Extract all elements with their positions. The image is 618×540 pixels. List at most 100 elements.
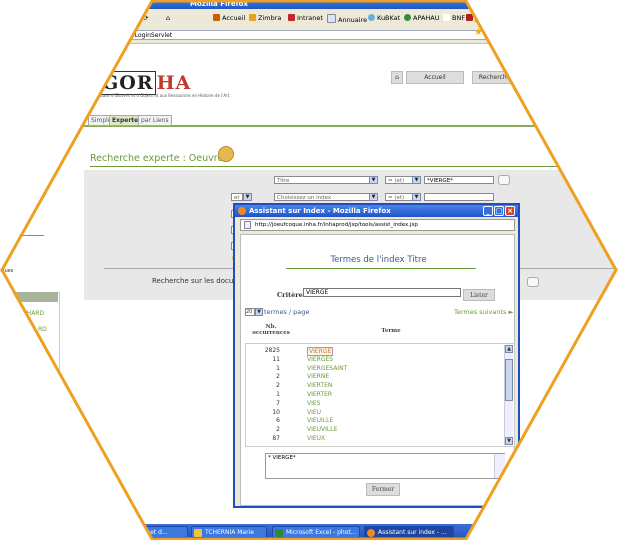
popup-heading: Termes de l'index Titre	[330, 255, 427, 265]
tab-par-liens[interactable]: par Liens	[138, 115, 172, 126]
left-partial-text: iques	[0, 268, 14, 274]
bookmarks-toolbar: ⟳ ⌂ Accueil Zimbra Intranet Annuaire KuB…	[0, 9, 618, 28]
scroll-down-icon[interactable]: ▼	[505, 437, 513, 445]
left-divider	[0, 235, 44, 236]
scroll-thumb[interactable]	[505, 359, 513, 401]
maximize-icon[interactable]: □	[494, 206, 504, 216]
term-link[interactable]: VIEUILLE	[307, 417, 333, 424]
bookmark-apahau[interactable]: APAHAU	[404, 14, 440, 22]
field-select-1[interactable]: Titre	[274, 176, 370, 184]
term-link[interactable]: VIERTEN	[307, 382, 332, 389]
list-scrollbar[interactable]: ▲ ▼	[504, 345, 513, 445]
term-count: 6	[276, 417, 280, 425]
term-link[interactable]: VIEU	[307, 409, 321, 416]
taskbar: Bouquet d... TCHERNIA Marie Microsoft Ex…	[0, 524, 618, 540]
bookmark-annuaire[interactable]: Annuaire	[327, 14, 367, 24]
term-link[interactable]: VIERNE	[307, 373, 329, 380]
next-terms-link[interactable]: Termes suivants ►	[454, 308, 513, 316]
palette-icon	[218, 146, 234, 162]
criteria-input[interactable]: VIERGE	[303, 288, 461, 297]
home-icon[interactable]: ⌂	[391, 71, 403, 84]
popup-content: Termes de l'index Titre Critère VIERGE L…	[240, 234, 515, 506]
chevron-down-icon[interactable]: ▼	[369, 193, 378, 201]
term-count: 2	[276, 373, 280, 381]
close-icon[interactable]: ×	[505, 206, 515, 216]
lister-button[interactable]: Lister	[463, 289, 495, 301]
popup-address-bar[interactable]: http://joeufcoque.inha.fr/inhaprod/jsp/t…	[240, 219, 515, 231]
excel-icon	[275, 529, 283, 537]
bookmark-jstor[interactable]: JSTO	[466, 14, 490, 22]
reload-icon[interactable]: ⟳	[143, 14, 148, 22]
left-panel	[0, 292, 60, 374]
per-page-label: termes / page	[264, 308, 310, 316]
browser-titlebar: Mozilla Firefox	[0, 0, 618, 9]
term-link[interactable]: VIERGESAINT	[307, 365, 347, 372]
taskbar-item-4[interactable]: Assistant sur index - ...	[364, 526, 454, 538]
nav-accueil[interactable]: Accueil	[406, 71, 464, 84]
bookmark-star-icon[interactable]: ★	[474, 27, 483, 38]
browser-title: Mozilla Firefox	[190, 0, 248, 8]
firefox-icon	[367, 529, 375, 537]
conj-select-2[interactable]: et	[231, 193, 243, 201]
term-count: 11	[272, 355, 280, 363]
per-page-select[interactable]: 20	[245, 308, 255, 316]
term-count: 1	[276, 391, 280, 398]
fermer-button[interactable]: Fermer	[366, 483, 400, 496]
page-icon	[244, 221, 251, 229]
field-select-2[interactable]: Choisissez un index	[274, 193, 370, 201]
home-icon[interactable]: ⌂	[166, 14, 170, 22]
agorha-logo: GOR HA	[100, 71, 192, 95]
index-helper-icon[interactable]	[498, 175, 510, 185]
chevron-down-icon[interactable]: ▼	[412, 193, 421, 201]
taskbar-item-3[interactable]: Microsoft Excel - phot...	[272, 526, 360, 538]
operator-select-2[interactable]: = (et)	[385, 193, 413, 201]
term-link[interactable]: VIERTER	[307, 391, 332, 398]
term-count: 1	[276, 364, 280, 372]
term-link[interactable]: VIES	[307, 400, 320, 407]
taskbar-item-1[interactable]: Bouquet d...	[128, 526, 188, 538]
tab-experte[interactable]: Experte	[109, 115, 142, 126]
term-link[interactable]: VIERGES	[307, 356, 333, 363]
left-panel-footer	[0, 372, 58, 382]
textarea-scrollbar[interactable]	[494, 454, 505, 478]
hexagon-frame: Mozilla Firefox ⟳ ⌂ Accueil Zimbra Intra…	[0, 0, 618, 540]
heading-divider	[286, 268, 476, 269]
taskbar-item-2[interactable]: TCHERNIA Marie	[191, 526, 267, 538]
chevron-down-icon[interactable]: ▼	[412, 176, 421, 184]
bookmark-zimbra[interactable]: Zimbra	[249, 14, 281, 22]
popup-title: Assistant sur Index - Mozilla Firefox	[249, 207, 391, 215]
left-link-1[interactable]: NCHARD	[18, 310, 44, 317]
logo-subtitle: Base d'Œuvres et d'Objets et aux Ressour…	[100, 93, 230, 98]
value-input-1[interactable]: *VIERGE*	[424, 176, 494, 184]
operator-select-1[interactable]: = (et)	[385, 176, 413, 184]
index-helper-icon[interactable]	[527, 277, 539, 287]
result-textarea[interactable]: * VIERGE*	[265, 453, 505, 479]
bookmark-intranet[interactable]: Intranet	[288, 14, 323, 22]
value-input-2[interactable]	[424, 193, 494, 201]
term-count: 2825	[264, 347, 280, 354]
address-bar[interactable]: rvlet/LoginServlet	[0, 30, 494, 40]
bookmark-accueil[interactable]: Accueil	[213, 14, 245, 22]
page-title: Recherche experte : Oeuvres	[90, 153, 229, 164]
term-count: 2	[276, 382, 280, 390]
chevron-down-icon[interactable]: ▼	[369, 176, 378, 184]
folder-icon	[194, 529, 202, 537]
left-link-2[interactable]: RD	[38, 326, 47, 333]
term-count: 87	[272, 435, 280, 442]
bookmark-kubkat[interactable]: KuBKat	[368, 14, 400, 22]
popup-titlebar: Assistant sur Index - Mozilla Firefox _ …	[235, 205, 518, 217]
nav-recherche[interactable]: Recherche/Cons	[472, 71, 534, 84]
term-link[interactable]: VIERGE	[307, 347, 334, 356]
firefox-icon	[238, 207, 246, 215]
recherche-sur-label: Recherche sur les docume	[152, 277, 245, 285]
term-link[interactable]: VIEUVILLE	[307, 426, 337, 433]
bookmark-bnf[interactable]: BNF	[443, 14, 465, 22]
term-count: 7	[276, 399, 280, 407]
chevron-down-icon[interactable]: ▼	[243, 193, 252, 201]
left-panel-header	[0, 292, 58, 302]
chevron-down-icon[interactable]: ▼	[255, 308, 263, 316]
term-link[interactable]: VIEUX	[307, 435, 325, 442]
scroll-up-icon[interactable]: ▲	[505, 345, 513, 353]
col-count-header: Nb. occurrences	[252, 324, 290, 336]
minimize-icon[interactable]: _	[483, 206, 493, 216]
